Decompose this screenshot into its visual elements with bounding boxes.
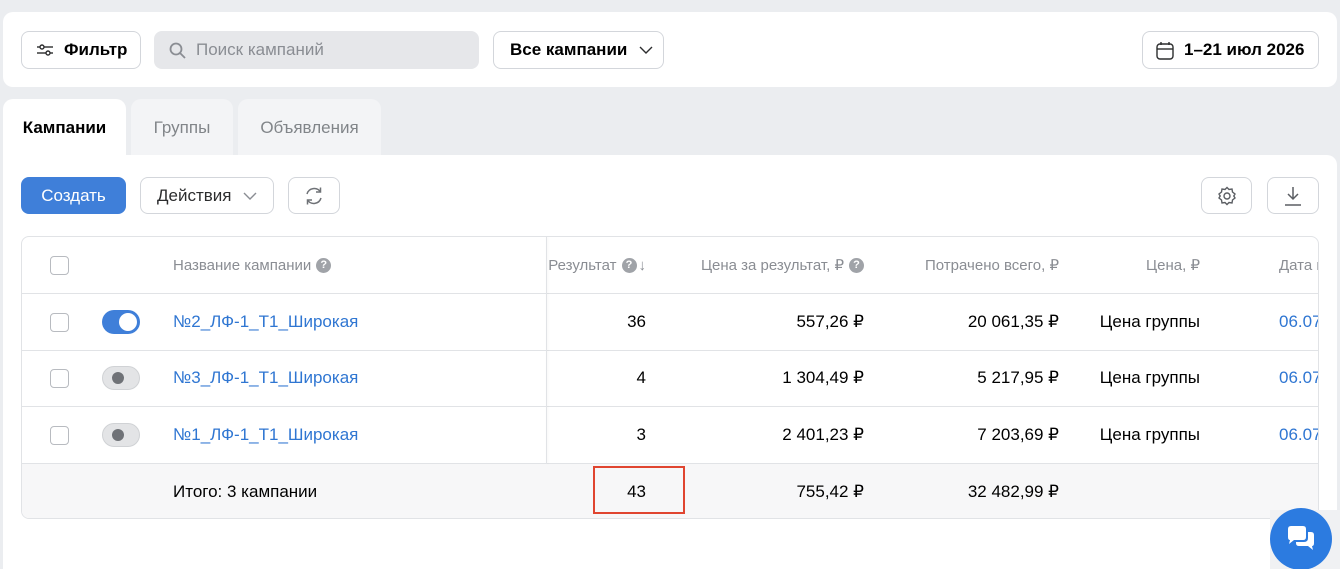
campaign-name-link[interactable]: №1_ЛФ-1_Т1_Широкая (173, 407, 543, 463)
toggle-cell (102, 350, 142, 406)
chat-button[interactable] (1270, 508, 1332, 569)
date-range-button[interactable]: 1–21 июл 2026 (1142, 31, 1319, 69)
price-cell: Цена группы (1099, 312, 1200, 331)
price-per-result-cell: 1 304,49 ₽ (782, 368, 864, 387)
top-toolbar: Фильтр Все кампании 1–21 июл 2026 (3, 12, 1337, 87)
filter-button[interactable]: Фильтр (21, 31, 141, 69)
price-cell: Цена группы (1099, 368, 1200, 387)
row-select-cell (50, 294, 70, 350)
table-row: №2_ЛФ-1_Т1_Широкая 36 557,26 ₽ 20 061,35… (22, 294, 1318, 351)
download-button[interactable] (1267, 177, 1319, 214)
help-icon[interactable]: ? (316, 257, 332, 273)
header-cost-cell[interactable]: Цена, ₽ (1059, 237, 1200, 293)
campaigns-select[interactable]: Все кампании (493, 31, 664, 69)
header-result: Результат (548, 256, 617, 274)
header-date-cell[interactable]: Дата н (1279, 237, 1318, 293)
toggle-knob (112, 372, 124, 384)
download-icon (1285, 186, 1301, 206)
help-icon[interactable]: ? (849, 257, 864, 273)
result-cell: 4 (636, 368, 646, 387)
header-spent-cell[interactable]: Потрачено всего, ₽ (864, 237, 1059, 293)
filter-label: Фильтр (64, 40, 128, 59)
calendar-icon (1156, 41, 1174, 60)
toggle-knob (112, 429, 124, 441)
toggle-cell (102, 294, 142, 350)
tab-groups[interactable]: Группы (131, 99, 233, 156)
header-spent-total: Потрачено всего, ₽ (925, 257, 1059, 274)
row-select-cell (50, 407, 70, 463)
refresh-icon (306, 187, 322, 204)
price-cell: Цена группы (1099, 425, 1200, 444)
campaign-name-link[interactable]: №3_ЛФ-1_Т1_Широкая (173, 350, 543, 406)
campaign-toggle[interactable] (102, 423, 140, 447)
header-name: Название кампании (173, 256, 312, 274)
refresh-button[interactable] (288, 177, 340, 214)
total-spent-cell: 32 482,99 ₽ (967, 482, 1059, 501)
tab-campaigns[interactable]: Кампании (3, 99, 126, 156)
spent-total-cell: 20 061,35 ₽ (967, 312, 1059, 331)
date-link[interactable]: 06.07 (1279, 407, 1318, 463)
header-result-cell[interactable]: Результат? ↓ (542, 237, 646, 293)
tab-ads[interactable]: Объявления (238, 99, 381, 156)
date-range-label: 1–21 июл 2026 (1184, 40, 1305, 59)
search-icon (169, 42, 186, 59)
campaign-toggle[interactable] (102, 366, 140, 390)
campaign-name-link[interactable]: №2_ЛФ-1_Т1_Широкая (173, 294, 543, 350)
row-checkbox[interactable] (50, 368, 69, 388)
table-header: Название кампании? Результат? ↓ Цена за р… (22, 237, 1318, 294)
sort-arrow-down-icon: ↓ (638, 256, 647, 274)
header-price: Цена, ₽ (1146, 257, 1200, 274)
actions-dropdown[interactable]: Действия (140, 177, 274, 214)
result-cell: 36 (627, 312, 646, 331)
sticky-column-divider (546, 237, 547, 464)
chat-icon (1288, 526, 1314, 550)
header-price-per-result: Цена за результат, ₽ (700, 257, 844, 274)
header-price-cell[interactable]: Цена за результат, ₽? (646, 237, 864, 293)
search-input[interactable] (196, 40, 466, 60)
price-per-result-cell: 557,26 ₽ (796, 312, 864, 331)
select-all-cell (50, 237, 70, 293)
table-row: №3_ЛФ-1_Т1_Широкая 4 1 304,49 ₽ 5 217,95… (22, 350, 1318, 407)
chevron-down-icon (639, 46, 653, 54)
toggle-knob (119, 313, 137, 331)
help-icon[interactable]: ? (621, 257, 637, 273)
result-cell: 3 (636, 425, 646, 444)
chevron-down-icon (243, 192, 257, 200)
total-label: Итого: 3 кампании (173, 482, 318, 501)
campaign-toggle[interactable] (102, 310, 140, 334)
row-checkbox[interactable] (50, 312, 69, 332)
highlight-box (593, 466, 685, 514)
header-name-cell[interactable]: Название кампании? (173, 237, 543, 293)
table-row: №1_ЛФ-1_Т1_Широкая 3 2 401,23 ₽ 7 203,69… (22, 407, 1318, 464)
actions-label: Действия (157, 185, 232, 205)
select-all-checkbox[interactable] (50, 255, 69, 275)
row-checkbox[interactable] (50, 425, 69, 445)
toggle-cell (102, 407, 142, 463)
settings-button[interactable] (1201, 177, 1252, 214)
date-link[interactable]: 06.07 (1279, 294, 1318, 350)
campaigns-select-label: Все кампании (510, 40, 628, 59)
row-select-cell (50, 350, 70, 406)
sliders-icon (37, 44, 53, 56)
create-button[interactable]: Создать (21, 177, 126, 214)
spent-total-cell: 7 203,69 ₽ (977, 425, 1059, 444)
date-link[interactable]: 06.07 (1279, 350, 1318, 406)
gear-icon (1217, 186, 1236, 205)
header-date: Дата н (1279, 256, 1318, 274)
spent-total-cell: 5 217,95 ₽ (977, 368, 1059, 387)
search-box[interactable] (154, 31, 479, 69)
price-per-result-cell: 2 401,23 ₽ (782, 425, 864, 444)
